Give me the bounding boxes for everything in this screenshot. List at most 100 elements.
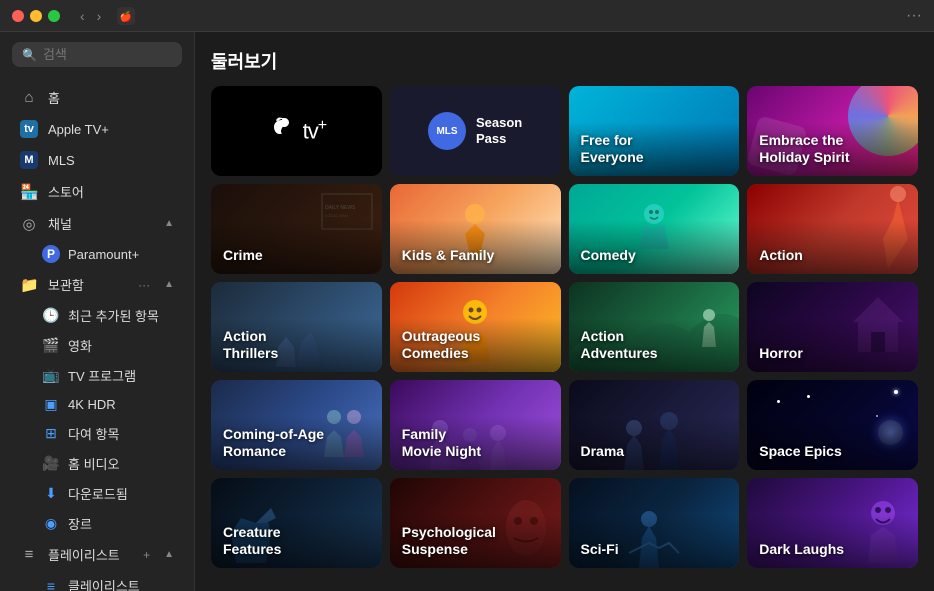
mls-icon: M	[20, 151, 38, 169]
search-icon: 🔍	[22, 48, 37, 62]
4k-icon: ▣	[42, 396, 60, 413]
sidebar-tv-label: TV 프로그램	[68, 366, 136, 385]
sidebar-item-genres[interactable]: ◉ 장르	[6, 509, 188, 538]
sidebar: 🔍 ⌂ 홈 tv Apple TV+ M MLS 🏪 스토어 ◎	[0, 32, 195, 591]
window-controls	[12, 10, 60, 22]
svg-text:🍎: 🍎	[120, 10, 132, 23]
appletv-icon: tv	[20, 120, 38, 138]
titlebar: ‹ › 🍎 ···	[0, 0, 934, 32]
channels-icon: ◎	[20, 215, 38, 233]
sidebar-item-downloads[interactable]: ⬇ 다운로드됨	[6, 479, 188, 508]
sidebar-downloads-label: 다운로드됨	[68, 484, 128, 503]
card-drama[interactable]: Drama	[569, 380, 740, 470]
library-icon: 📁	[20, 276, 38, 294]
sidebar-home-video-label: 홈 비디오	[68, 454, 119, 473]
sidebar-other-label: 다여 항목	[68, 424, 119, 443]
playlist-chevron: ▲	[164, 549, 174, 560]
main-layout: 🔍 ⌂ 홈 tv Apple TV+ M MLS 🏪 스토어 ◎	[0, 32, 934, 591]
sidebar-playlist-item-label: 클레이리스트	[68, 576, 140, 591]
sidebar-item-home-video[interactable]: 🎥 홈 비디오	[6, 449, 188, 478]
sidebar-section-channels[interactable]: ◎ 채널 ▲	[6, 208, 188, 239]
library-dots: ···	[138, 278, 150, 292]
card-comedy[interactable]: Comedy	[569, 184, 740, 274]
card-scifi[interactable]: Sci-Fi	[569, 478, 740, 568]
sidebar-item-other[interactable]: ⊞ 다여 항목	[6, 419, 188, 448]
card-free-label: Free forEveryone	[581, 132, 644, 166]
search-box[interactable]: 🔍	[12, 42, 182, 67]
sidebar-channels-label: 채널	[48, 214, 154, 233]
sidebar-item-tv[interactable]: 📺 TV 프로그램	[6, 361, 188, 390]
card-appletv-plus[interactable]: tv+	[211, 86, 382, 176]
card-scifi-label: Sci-Fi	[581, 541, 619, 558]
card-dark-laughs[interactable]: Dark Laughs	[747, 478, 918, 568]
card-action-thrillers-label: ActionThrillers	[223, 328, 278, 362]
playlist-icon: ≡	[42, 578, 60, 591]
sidebar-item-store-label: 스토어	[48, 182, 174, 201]
sidebar-item-paramount[interactable]: P Paramount+	[6, 240, 188, 268]
home-video-icon: 🎥	[42, 455, 60, 472]
sidebar-section-playlist[interactable]: ≡ 플레이리스트 + ▲	[6, 539, 188, 570]
card-holiday[interactable]: Embrace theHoliday Spirit	[747, 86, 918, 176]
content-area: 둘러보기 tv+ MLS SeasonPass	[195, 32, 934, 591]
movies-icon: 🎬	[42, 337, 60, 354]
maximize-button[interactable]	[48, 10, 60, 22]
sidebar-item-movies[interactable]: 🎬 영화	[6, 331, 188, 360]
library-chevron: ▲	[164, 279, 174, 290]
home-icon: ⌂	[20, 89, 38, 106]
downloads-icon: ⬇	[42, 485, 60, 502]
card-space-epics[interactable]: Space Epics	[747, 380, 918, 470]
card-holiday-label: Embrace theHoliday Spirit	[759, 132, 849, 166]
recently-added-icon: 🕒	[42, 307, 60, 324]
section-title: 둘러보기	[211, 48, 918, 74]
card-crime[interactable]: DAILY NEWS LOCAL MAN Crime	[211, 184, 382, 274]
back-button[interactable]: ‹	[76, 6, 89, 26]
card-psych-label: PsychologicalSuspense	[402, 524, 496, 558]
store-icon: 🏪	[20, 183, 38, 201]
card-comedy-label: Comedy	[581, 247, 636, 264]
card-psych-suspense[interactable]: PsychologicalSuspense	[390, 478, 561, 568]
sidebar-item-store[interactable]: 🏪 스토어	[6, 176, 188, 207]
card-creature-label: CreatureFeatures	[223, 524, 281, 558]
sidebar-item-home[interactable]: ⌂ 홈	[6, 82, 188, 113]
sidebar-paramount-label: Paramount+	[68, 247, 139, 262]
sidebar-item-playlist[interactable]: ≡ 클레이리스트	[6, 571, 188, 591]
sidebar-item-home-label: 홈	[48, 88, 174, 107]
card-crime-label: Crime	[223, 247, 263, 264]
card-outrageous-label: OutrageousComedies	[402, 328, 481, 362]
close-button[interactable]	[12, 10, 24, 22]
channels-chevron: ▲	[164, 218, 174, 229]
appletv-logo: 🍎	[117, 7, 135, 25]
card-action-adventures[interactable]: ActionAdventures	[569, 282, 740, 372]
search-input[interactable]	[43, 47, 172, 62]
card-kids-family[interactable]: Kids & Family	[390, 184, 561, 274]
card-outrageous-comedies[interactable]: OutrageousComedies	[390, 282, 561, 372]
sidebar-item-mls[interactable]: M MLS	[6, 145, 188, 175]
sidebar-item-mls-label: MLS	[48, 153, 174, 168]
minimize-button[interactable]	[30, 10, 42, 22]
paramount-icon: P	[42, 245, 60, 263]
forward-button[interactable]: ›	[93, 6, 106, 26]
card-free-everyone[interactable]: Free forEveryone	[569, 86, 740, 176]
nav-section: ⌂ 홈 tv Apple TV+ M MLS 🏪 스토어 ◎ 채널 ▲	[0, 77, 194, 591]
sidebar-playlist-label: 플레이리스트	[48, 545, 133, 564]
card-action-thrillers[interactable]: ActionThrillers	[211, 282, 382, 372]
playlist-add[interactable]: +	[143, 548, 150, 562]
apple-logo	[267, 116, 297, 146]
card-action-adventures-label: ActionAdventures	[581, 328, 658, 362]
other-icon: ⊞	[42, 425, 60, 442]
nav-controls: ‹ ›	[76, 6, 105, 26]
card-space-label: Space Epics	[759, 443, 842, 460]
card-coming-of-age[interactable]: Coming-of-AgeRomance	[211, 380, 382, 470]
sidebar-item-appletv-label: Apple TV+	[48, 122, 174, 137]
card-creature[interactable]: CreatureFeatures	[211, 478, 382, 568]
sidebar-item-recently-added[interactable]: 🕒 최근 추가된 항목	[6, 301, 188, 330]
sidebar-item-4k[interactable]: ▣ 4K HDR	[6, 391, 188, 418]
sidebar-section-library[interactable]: 📁 보관함 ··· ▲	[6, 269, 188, 300]
more-button[interactable]: ···	[906, 7, 922, 25]
card-family-night[interactable]: FamilyMovie Night	[390, 380, 561, 470]
sidebar-genres-label: 장르	[68, 514, 92, 533]
card-mls-season[interactable]: MLS SeasonPass	[390, 86, 561, 176]
card-action[interactable]: Action	[747, 184, 918, 274]
sidebar-item-appletv[interactable]: tv Apple TV+	[6, 114, 188, 144]
card-horror[interactable]: Horror	[747, 282, 918, 372]
